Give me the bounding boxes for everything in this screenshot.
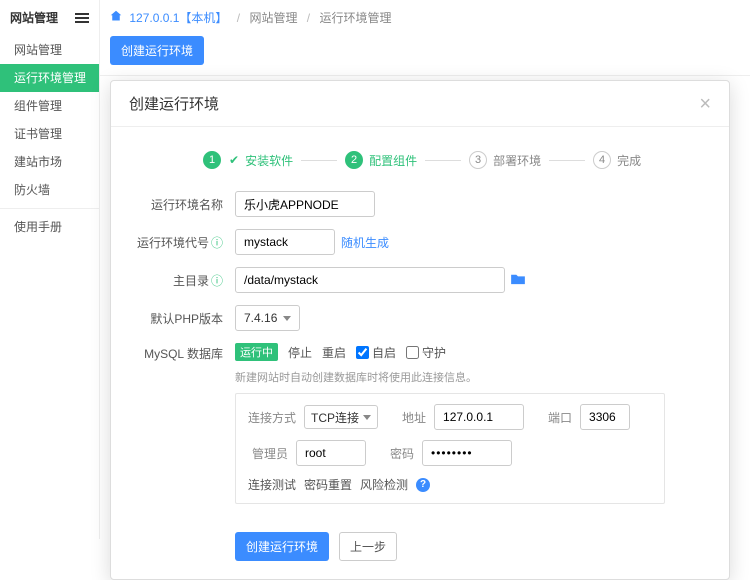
conn-pwd-label: 密码 xyxy=(374,445,414,462)
step-2[interactable]: 2 配置组件 xyxy=(345,151,417,169)
conn-admin-input[interactable] xyxy=(296,440,366,466)
modal-footer: 创建运行环境 上一步 xyxy=(111,524,729,579)
label-mysql: MySQL 数据库 xyxy=(133,345,223,362)
submit-button[interactable]: 创建运行环境 xyxy=(235,532,329,561)
required-icon: ⓘ xyxy=(211,236,223,250)
conn-pwd-input[interactable] xyxy=(422,440,512,466)
sidebar-item-site[interactable]: 网站管理 xyxy=(0,36,99,64)
create-env-button[interactable]: 创建运行环境 xyxy=(110,36,204,65)
create-env-modal: 创建运行环境 × 1 ✔ 安装软件 2 配置组件 3 部署环境 4 完成 xyxy=(110,80,730,580)
row-name: 运行环境名称 xyxy=(133,191,707,217)
random-code-link[interactable]: 随机生成 xyxy=(341,234,389,251)
env-name-input[interactable] xyxy=(235,191,375,217)
breadcrumb-host[interactable]: 127.0.0.1【本机】 xyxy=(129,11,227,25)
sidebar: 网站管理 网站管理 运行环境管理 组件管理 证书管理 建站市场 防火墙 使用手册 xyxy=(0,0,100,539)
sidebar-item-market[interactable]: 建站市场 xyxy=(0,148,99,176)
breadcrumb-part2: 运行环境管理 xyxy=(319,11,391,25)
mysql-autostart-checkbox[interactable]: 自启 xyxy=(356,344,396,361)
sidebar-item-firewall[interactable]: 防火墙 xyxy=(0,176,99,204)
check-icon: ✔ xyxy=(229,153,239,167)
mysql-conn-box: 连接方式 TCP连接 地址 端口 管理员 密码 xyxy=(235,393,665,504)
required-icon: ⓘ xyxy=(211,274,223,288)
sidebar-item-component[interactable]: 组件管理 xyxy=(0,92,99,120)
breadcrumb-part1: 网站管理 xyxy=(249,11,297,25)
label-php: 默认PHP版本 xyxy=(133,310,223,327)
conn-admin-label: 管理员 xyxy=(248,445,288,462)
env-code-input[interactable] xyxy=(235,229,335,255)
breadcrumb: 127.0.0.1【本机】 / 网站管理 / 运行环境管理 xyxy=(100,0,750,36)
chevron-down-icon xyxy=(363,415,371,420)
label-code: 运行环境代号 xyxy=(137,236,209,250)
row-php: 默认PHP版本 7.4.16 xyxy=(133,305,707,331)
row-code: 运行环境代号ⓘ 随机生成 xyxy=(133,229,707,255)
modal-title: 创建运行环境 xyxy=(129,93,219,114)
row-dir: 主目录ⓘ xyxy=(133,267,707,293)
mysql-status-badge: 运行中 xyxy=(235,343,278,361)
modal-body: 1 ✔ 安装软件 2 配置组件 3 部署环境 4 完成 运行环境名称 xyxy=(111,127,729,524)
step-4[interactable]: 4 完成 xyxy=(593,151,641,169)
conn-risk-link[interactable]: 风险检测 xyxy=(360,476,408,493)
mysql-daemon-checkbox[interactable]: 守护 xyxy=(406,344,446,361)
mysql-stop-link[interactable]: 停止 xyxy=(288,344,312,361)
row-mysql: MySQL 数据库 运行中 停止 重启 自启 守护 新建网站时自动创建数据库时将… xyxy=(133,343,707,504)
sidebar-item-manual[interactable]: 使用手册 xyxy=(0,213,99,241)
sidebar-header: 网站管理 xyxy=(0,0,99,36)
folder-icon[interactable] xyxy=(511,273,525,288)
prev-step-button[interactable]: 上一步 xyxy=(339,532,397,561)
conn-mode-select[interactable]: TCP连接 xyxy=(304,405,378,429)
help-icon[interactable]: ? xyxy=(416,478,430,492)
chevron-down-icon xyxy=(283,316,291,321)
mysql-hint: 新建网站时自动创建数据库时将使用此连接信息。 xyxy=(235,369,477,385)
label-name: 运行环境名称 xyxy=(133,196,223,213)
sidebar-divider xyxy=(0,208,99,209)
conn-addr-label: 地址 xyxy=(386,409,426,426)
close-icon[interactable]: × xyxy=(699,94,711,114)
sidebar-item-cert[interactable]: 证书管理 xyxy=(0,120,99,148)
sidebar-title: 网站管理 xyxy=(10,0,58,36)
conn-addr-input[interactable] xyxy=(434,404,524,430)
home-icon[interactable] xyxy=(110,11,125,25)
env-dir-input[interactable] xyxy=(235,267,505,293)
modal-header: 创建运行环境 × xyxy=(111,81,729,127)
step-3[interactable]: 3 部署环境 xyxy=(469,151,541,169)
sidebar-item-runtime[interactable]: 运行环境管理 xyxy=(0,64,99,92)
wizard-steps: 1 ✔ 安装软件 2 配置组件 3 部署环境 4 完成 xyxy=(203,151,707,169)
php-version-select[interactable]: 7.4.16 xyxy=(235,305,300,331)
mysql-restart-link[interactable]: 重启 xyxy=(322,344,346,361)
conn-port-input[interactable] xyxy=(580,404,630,430)
label-dir: 主目录 xyxy=(173,274,209,288)
menu-toggle-icon[interactable] xyxy=(75,13,89,23)
toolbar: 创建运行环境 xyxy=(100,36,750,75)
conn-port-label: 端口 xyxy=(532,409,572,426)
conn-test-link[interactable]: 连接测试 xyxy=(248,476,296,493)
conn-mode-label: 连接方式 xyxy=(248,409,296,426)
conn-reset-pwd-link[interactable]: 密码重置 xyxy=(304,476,352,493)
step-1[interactable]: 1 ✔ 安装软件 xyxy=(203,151,293,169)
